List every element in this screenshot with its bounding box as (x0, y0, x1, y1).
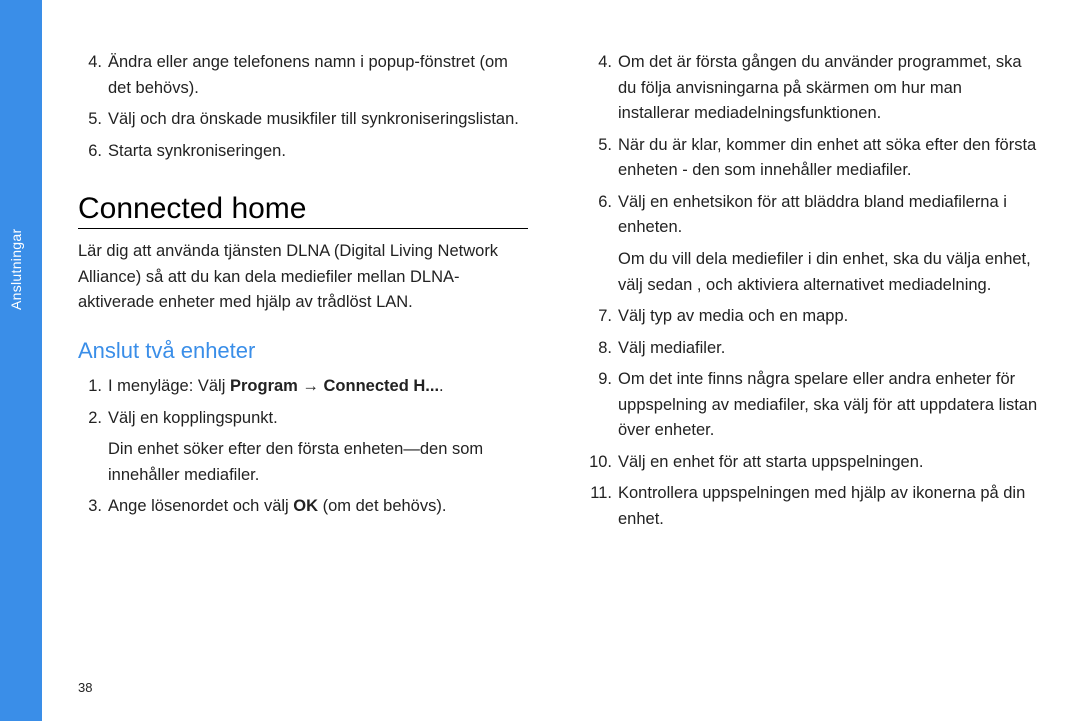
list-number: 4. (78, 50, 108, 101)
list-text: Välj en enhetsikon för att bläddra bland… (618, 190, 1038, 241)
page: Anslutningar 4. Ändra eller ange telefon… (0, 0, 1080, 721)
list-text: När du är klar, kommer din enhet att sök… (618, 133, 1038, 184)
text-fragment: I menyläge: Välj (108, 377, 230, 395)
list-text: Om det är första gången du använder prog… (618, 50, 1038, 127)
side-tab: Anslutningar (0, 0, 42, 721)
list-text: Välj mediafiler. (618, 336, 1038, 362)
section-heading: Connected home (78, 192, 528, 229)
list-text: Välj en enhet för att starta uppspelning… (618, 450, 1038, 476)
list-text: Om det inte finns några spelare eller an… (618, 367, 1038, 444)
text-fragment: . (439, 377, 444, 395)
list-number: 5. (588, 133, 618, 184)
bold-text: OK (293, 497, 318, 515)
bold-text: Connected H... (324, 377, 440, 395)
list-number: 5. (78, 107, 108, 133)
list-item: 10. Välj en enhet för att starta uppspel… (588, 450, 1038, 476)
list-item: 6. Välj en enhetsikon för att bläddra bl… (588, 190, 1038, 241)
list-text: Välj och dra önskade musikfiler till syn… (108, 107, 528, 133)
list-number: 6. (78, 139, 108, 165)
list-subtext: Din enhet söker efter den första enheten… (78, 437, 528, 488)
list-number: 7. (588, 304, 618, 330)
list-text: Starta synkroniseringen. (108, 139, 528, 165)
text-fragment: Ange lösenordet och välj (108, 497, 293, 515)
list-text: Välj typ av media och en mapp. (618, 304, 1038, 330)
list-item: 5. När du är klar, kommer din enhet att … (588, 133, 1038, 184)
section-intro: Lär dig att använda tjänsten DLNA (Digit… (78, 239, 528, 316)
text-fragment: (om det behövs). (318, 497, 446, 515)
list-text: Ändra eller ange telefonens namn i popup… (108, 50, 528, 101)
list-number: 4. (588, 50, 618, 127)
list-number: 9. (588, 367, 618, 444)
subsection-heading: Anslut två enheter (78, 338, 528, 364)
list-item: 1. I menyläge: Välj Program → Connected … (78, 374, 528, 400)
list-number: 10. (588, 450, 618, 476)
list-number: 1. (78, 374, 108, 400)
list-number: 8. (588, 336, 618, 362)
list-item: 9. Om det inte finns några spelare eller… (588, 367, 1038, 444)
text-fragment: → (298, 377, 324, 395)
page-number: 38 (78, 680, 92, 695)
side-tab-label: Anslutningar (8, 170, 24, 310)
steps-list: 1. I menyläge: Välj Program → Connected … (78, 374, 528, 520)
list-text: Välj en kopplingspunkt. (108, 406, 528, 432)
right-column: 4. Om det är första gången du använder p… (588, 50, 1038, 539)
bold-text: Program (230, 377, 298, 395)
list-number: 11. (588, 481, 618, 532)
list-text: Kontrollera uppspelningen med hjälp av i… (618, 481, 1038, 532)
list-item: 3. Ange lösenordet och välj OK (om det b… (78, 494, 528, 520)
right-ordered-list: 4. Om det är första gången du använder p… (588, 50, 1038, 533)
content-area: 4. Ändra eller ange telefonens namn i po… (78, 50, 1038, 539)
list-item: 4. Om det är första gången du använder p… (588, 50, 1038, 127)
list-number: 6. (588, 190, 618, 241)
list-item: 2. Välj en kopplingspunkt. (78, 406, 528, 432)
list-subtext: Om du vill dela mediefiler i din enhet, … (588, 247, 1038, 298)
list-item: 11. Kontrollera uppspelningen med hjälp … (588, 481, 1038, 532)
list-text: I menyläge: Välj Program → Connected H..… (108, 374, 528, 400)
sub-paragraph: Din enhet söker efter den första enheten… (78, 437, 528, 488)
list-item: 7. Välj typ av media och en mapp. (588, 304, 1038, 330)
left-column: 4. Ändra eller ange telefonens namn i po… (78, 50, 528, 539)
list-item: 4. Ändra eller ange telefonens namn i po… (78, 50, 528, 101)
list-item: 5. Välj och dra önskade musikfiler till … (78, 107, 528, 133)
list-item: 6. Starta synkroniseringen. (78, 139, 528, 165)
list-item: 8. Välj mediafiler. (588, 336, 1038, 362)
list-number: 2. (78, 406, 108, 432)
top-ordered-list: 4. Ändra eller ange telefonens namn i po… (78, 50, 528, 164)
list-text: Ange lösenordet och välj OK (om det behö… (108, 494, 528, 520)
sub-paragraph: Om du vill dela mediefiler i din enhet, … (588, 247, 1038, 298)
list-number: 3. (78, 494, 108, 520)
